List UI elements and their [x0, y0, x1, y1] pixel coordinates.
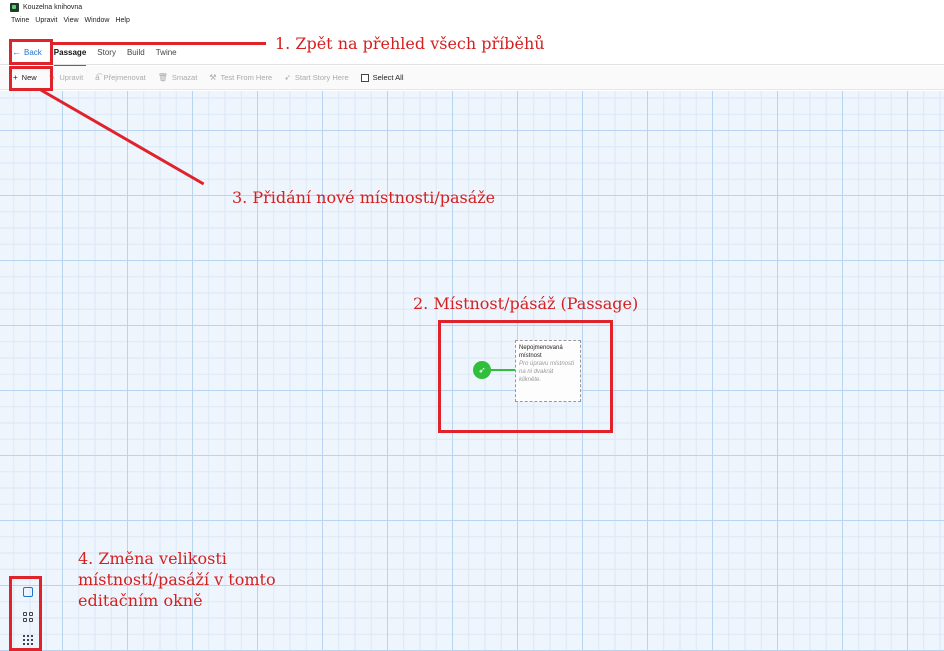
annotation-3: 3. Přidání nové místnosti/pasáže [232, 188, 496, 207]
test-from-here-button[interactable]: ⚒ Test From Here [209, 73, 272, 82]
rename-label: Přejmenovat [103, 73, 146, 82]
annotation-box-passage [438, 320, 613, 433]
rocket-icon: ➶ [284, 73, 291, 82]
tab-story[interactable]: Story [97, 44, 116, 61]
delete-button[interactable]: 🗑 Smazat [158, 73, 198, 82]
checkbox-icon [360, 73, 369, 82]
window-title: Kouzelna knihovna [23, 3, 83, 11]
start-label: Start Story Here [294, 73, 349, 82]
passage-toolbar: + New ✎ Upravit a͡ Přejmenovat 🗑 Smazat … [0, 66, 944, 90]
edit-label: Upravit [59, 73, 84, 82]
annotation-1: 1. Zpět na přehled všech příběhů [275, 34, 545, 53]
start-story-here-button[interactable]: ➶ Start Story Here [284, 73, 348, 82]
delete-label: Smazat [171, 73, 198, 82]
title-bar: Kouzelna knihovna [0, 0, 944, 14]
test-label: Test From Here [220, 73, 273, 82]
trash-icon: 🗑 [157, 73, 168, 82]
rename-button[interactable]: a͡ Přejmenovat [95, 73, 146, 82]
annotation-box-zoom [9, 576, 42, 651]
annotation-line-1 [53, 42, 266, 45]
annotation-box-back [9, 39, 53, 65]
menu-help[interactable]: Help [115, 17, 129, 24]
select-all-button[interactable]: Select All [360, 73, 404, 82]
tab-twine[interactable]: Twine [156, 44, 177, 61]
annotation-4: 4. Změna velikosti místností/pasáží v to… [78, 549, 276, 610]
rename-icon: a͡ [95, 73, 100, 82]
annotation-box-new [9, 66, 53, 91]
tab-passage[interactable]: Passage [53, 44, 87, 67]
select-all-label: Select All [372, 73, 404, 82]
menu-bar: Twine Upravit View Window Help [0, 14, 944, 26]
tab-build[interactable]: Build [127, 44, 145, 61]
menu-window[interactable]: Window [85, 17, 110, 24]
annotation-2: 2. Místnost/pásáž (Passage) [413, 294, 639, 313]
menu-view[interactable]: View [63, 17, 78, 24]
edit-button[interactable]: ✎ Upravit [49, 73, 83, 82]
menu-twine[interactable]: Twine [11, 17, 29, 24]
twine-story-editor: Kouzelna knihovna Twine Upravit View Win… [0, 0, 944, 651]
app-icon [10, 2, 19, 12]
tool-icon: ⚒ [209, 73, 217, 82]
menu-upravit[interactable]: Upravit [35, 17, 57, 24]
